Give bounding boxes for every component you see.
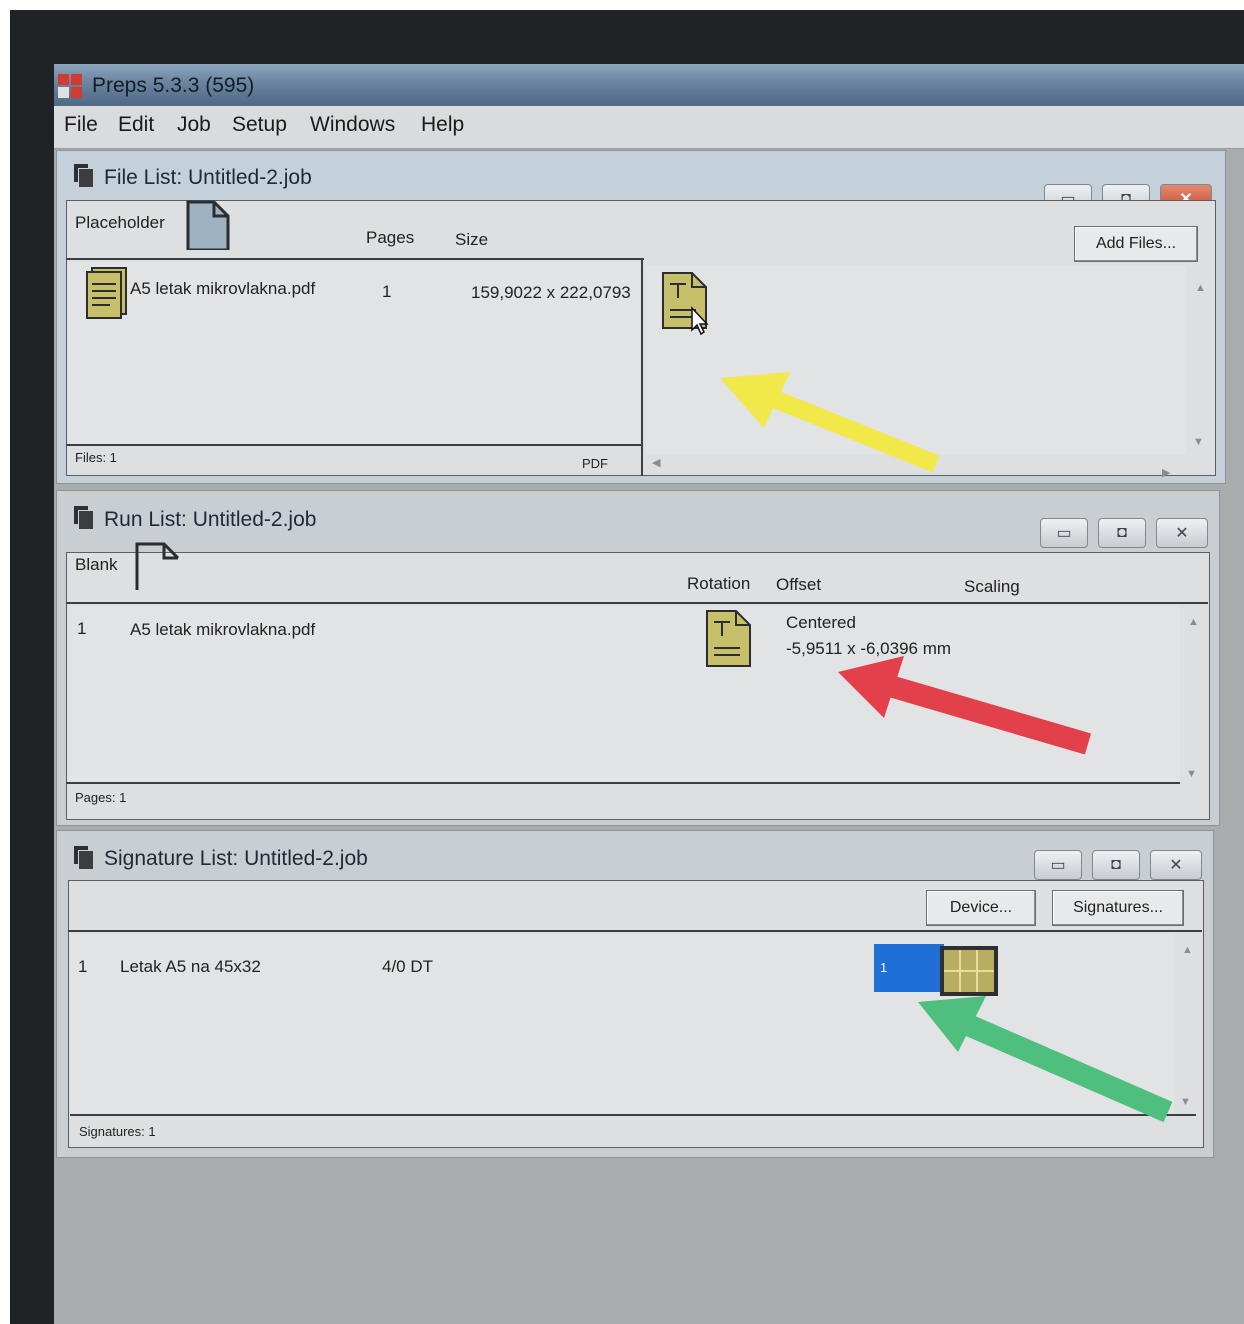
green-arrow bbox=[918, 996, 1173, 1123]
yellow-arrow bbox=[720, 372, 940, 473]
red-arrow bbox=[838, 656, 1092, 755]
annotation-arrows bbox=[720, 372, 1173, 1123]
